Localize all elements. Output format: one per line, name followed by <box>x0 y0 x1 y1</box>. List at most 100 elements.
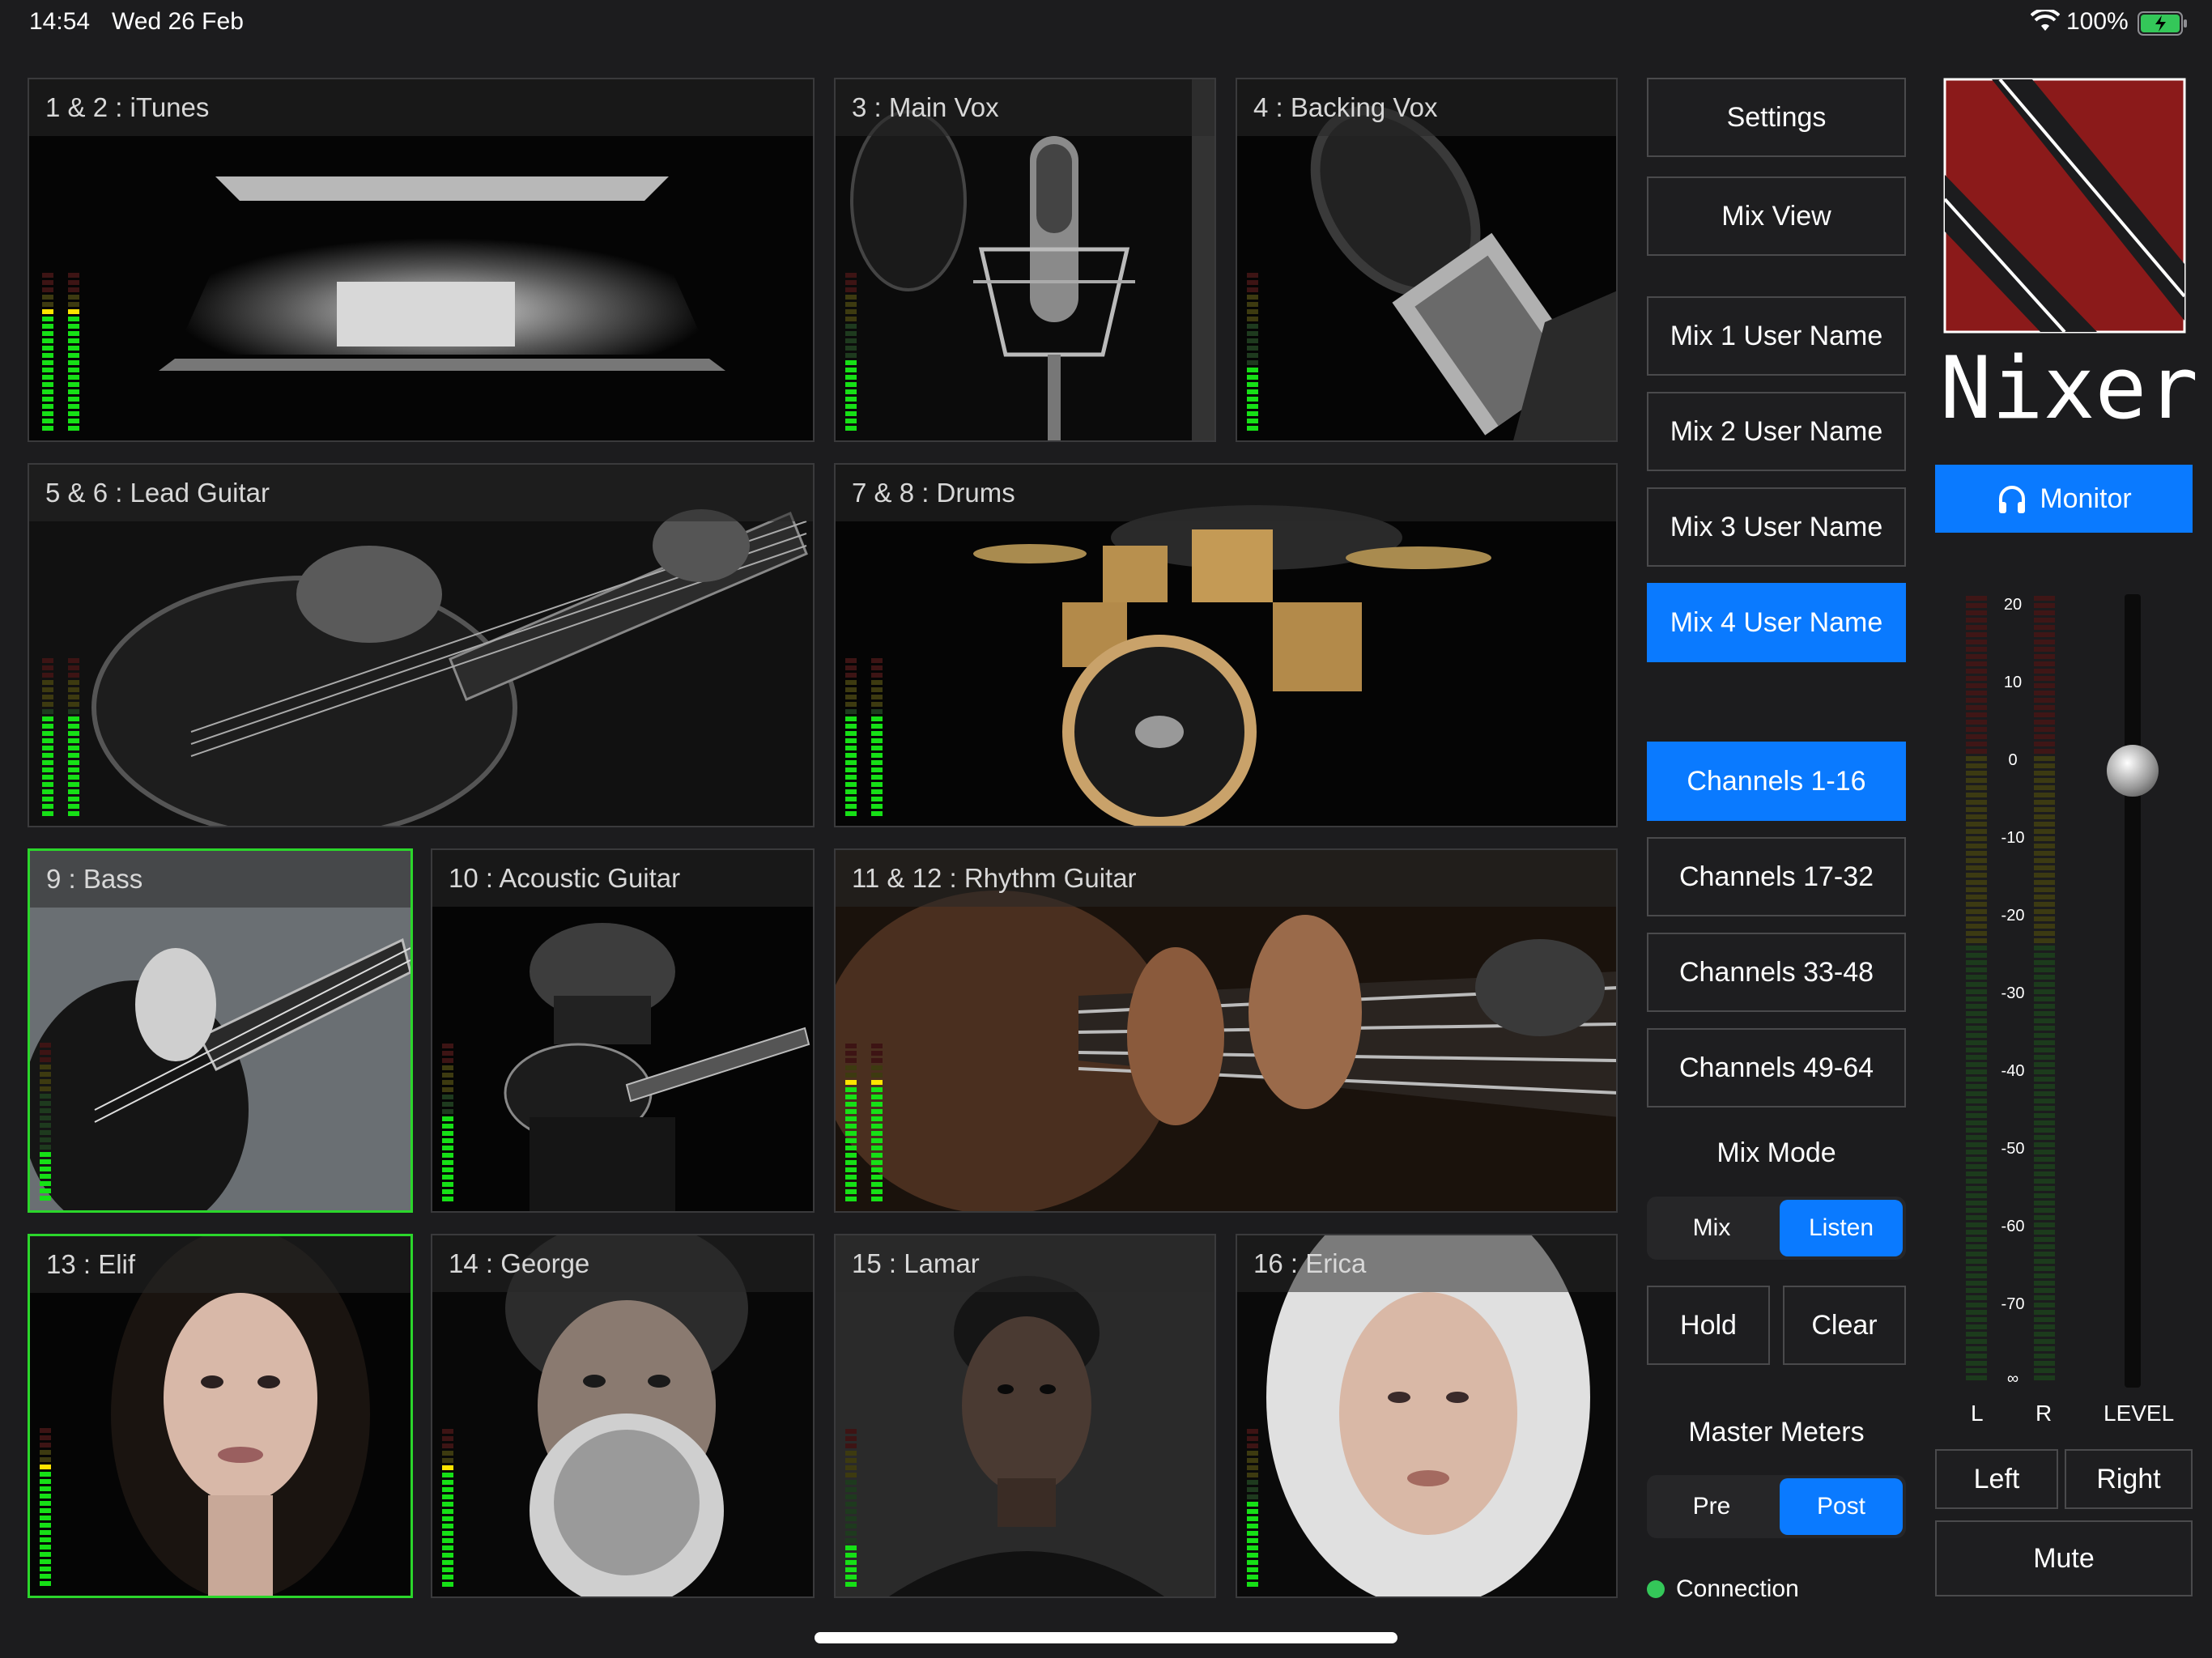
channels-1-16-button[interactable]: Channels 1-16 <box>1647 742 1906 821</box>
meter-segment <box>40 1537 51 1542</box>
channel-tile-15[interactable]: 15 : Lamar <box>834 1234 1216 1598</box>
meter-segment <box>68 658 79 663</box>
master-meter-segment <box>2034 1011 2055 1016</box>
master-meter-segment <box>2034 1062 2055 1067</box>
home-indicator[interactable] <box>815 1632 1397 1643</box>
master-meter-segment <box>1966 1237 1987 1242</box>
monitor-button[interactable]: Monitor <box>1935 465 2193 533</box>
meter-segment <box>42 731 53 736</box>
meter-segment <box>845 338 857 343</box>
mix-mode-mix-option[interactable]: Mix <box>1650 1200 1773 1256</box>
meter-segment <box>845 1102 857 1107</box>
master-meter-left <box>1966 596 1987 1380</box>
master-meter-segment <box>2034 647 2055 652</box>
meter-segment <box>1247 389 1258 394</box>
channel-tile-13[interactable]: 13 : Elif <box>28 1234 413 1598</box>
master-meter-segment <box>2034 654 2055 659</box>
meter-segment <box>68 353 79 358</box>
master-meter-segment <box>2034 1222 2055 1227</box>
channel-tile-9[interactable]: 9 : Bass <box>28 848 413 1213</box>
meter-segment <box>1247 397 1258 402</box>
master-meter-segment <box>2034 1120 2055 1125</box>
meter-segment <box>845 1044 857 1048</box>
meter-segment <box>845 709 857 714</box>
channels-17-32-button[interactable]: Channels 17-32 <box>1647 837 1906 916</box>
meter-segment <box>845 1451 857 1456</box>
channel-tile-10[interactable]: 10 : Acoustic Guitar <box>431 848 815 1213</box>
master-meter-segment <box>2034 691 2055 695</box>
meter-segment <box>40 1137 51 1142</box>
channel-tile-3[interactable]: 3 : Main Vox <box>834 78 1216 442</box>
meter-segment <box>42 673 53 678</box>
master-meter-segment <box>1966 1048 1987 1052</box>
meter-segment <box>68 687 79 692</box>
meter-segment <box>871 1102 883 1107</box>
meter-segment <box>40 1581 51 1586</box>
master-meter-segment <box>2034 712 2055 717</box>
meter-segment <box>871 1109 883 1114</box>
master-meter-segment <box>2034 705 2055 710</box>
master-meters-pre-option[interactable]: Pre <box>1650 1478 1773 1535</box>
master-meter-segment <box>2034 669 2055 674</box>
mix-3-button[interactable]: Mix 3 User Name <box>1647 487 1906 567</box>
meter-segment <box>871 1095 883 1099</box>
mix-2-button[interactable]: Mix 2 User Name <box>1647 392 1906 471</box>
meter-segment <box>40 1508 51 1513</box>
master-meter-segment <box>2034 865 2055 870</box>
meter-segment <box>40 1574 51 1579</box>
clear-button[interactable]: Clear <box>1783 1286 1906 1365</box>
master-meter-segment <box>1966 960 1987 965</box>
meter-segment <box>1247 317 1258 321</box>
mix-mode-listen-option[interactable]: Listen <box>1780 1200 1903 1256</box>
channel-tile-5-6[interactable]: 5 & 6 : Lead Guitar <box>28 463 815 827</box>
master-meter-segment <box>1966 1179 1987 1184</box>
channels-49-64-button[interactable]: Channels 49-64 <box>1647 1028 1906 1107</box>
master-meter-segment <box>1966 989 1987 994</box>
meter-segment <box>845 680 857 685</box>
meter-segment <box>42 687 53 692</box>
meter-segment <box>871 782 883 787</box>
level-fader-knob[interactable] <box>2107 745 2159 797</box>
master-meters-title: Master Meters <box>1688 1417 1865 1448</box>
master-meter-segment <box>1966 1171 1987 1176</box>
meter-segment <box>68 789 79 794</box>
right-button[interactable]: Right <box>2065 1449 2193 1509</box>
channel-tile-11-12[interactable]: 11 & 12 : Rhythm Guitar <box>834 848 1618 1213</box>
hold-button[interactable]: Hold <box>1647 1286 1770 1365</box>
channel-label: 14 : George <box>432 1235 813 1292</box>
master-meters-segmented-control: Pre Post <box>1647 1475 1906 1538</box>
master-meters-post-option[interactable]: Post <box>1780 1478 1903 1535</box>
master-meter-segment <box>1966 698 1987 703</box>
channel-tile-7-8[interactable]: 7 & 8 : Drums <box>834 463 1618 827</box>
channel-label: 11 & 12 : Rhythm Guitar <box>836 850 1616 907</box>
meter-segment <box>68 746 79 750</box>
channel-tile-16[interactable]: 16 : Erica <box>1236 1234 1618 1598</box>
channel-tile-4[interactable]: 4 : Backing Vox <box>1236 78 1618 442</box>
meter-segment <box>1247 368 1258 372</box>
settings-button[interactable]: Settings <box>1647 78 1906 157</box>
master-meter-segment <box>2034 1157 2055 1162</box>
left-button[interactable]: Left <box>1935 1449 2058 1509</box>
meter-segment <box>40 1552 51 1557</box>
mix-1-button[interactable]: Mix 1 User Name <box>1647 296 1906 376</box>
scale-label: -60 <box>2001 1218 2025 1235</box>
mix-view-button[interactable]: Mix View <box>1647 176 1906 256</box>
channel-tile-1-2[interactable]: 1 & 2 : iTunes <box>28 78 815 442</box>
master-meter-segment <box>1966 1208 1987 1213</box>
channels-33-48-button[interactable]: Channels 33-48 <box>1647 933 1906 1012</box>
meter-segment <box>68 716 79 721</box>
meter-segment <box>845 1465 857 1470</box>
battery-percent: 100% <box>2066 8 2129 35</box>
master-meter-segment <box>1966 720 1987 725</box>
meter-segment <box>871 695 883 699</box>
channel-meter-right <box>68 273 79 431</box>
master-meter-segment <box>2034 1142 2055 1147</box>
mute-button[interactable]: Mute <box>1935 1520 2193 1596</box>
meter-segment <box>871 1087 883 1092</box>
meter-segment <box>68 397 79 402</box>
master-meter-segment <box>1966 1150 1987 1154</box>
headphones-icon <box>1999 486 2026 513</box>
mix-4-button[interactable]: Mix 4 User Name <box>1647 583 1906 662</box>
channel-label: 1 & 2 : iTunes <box>29 79 813 136</box>
channel-tile-14[interactable]: 14 : George <box>431 1234 815 1598</box>
